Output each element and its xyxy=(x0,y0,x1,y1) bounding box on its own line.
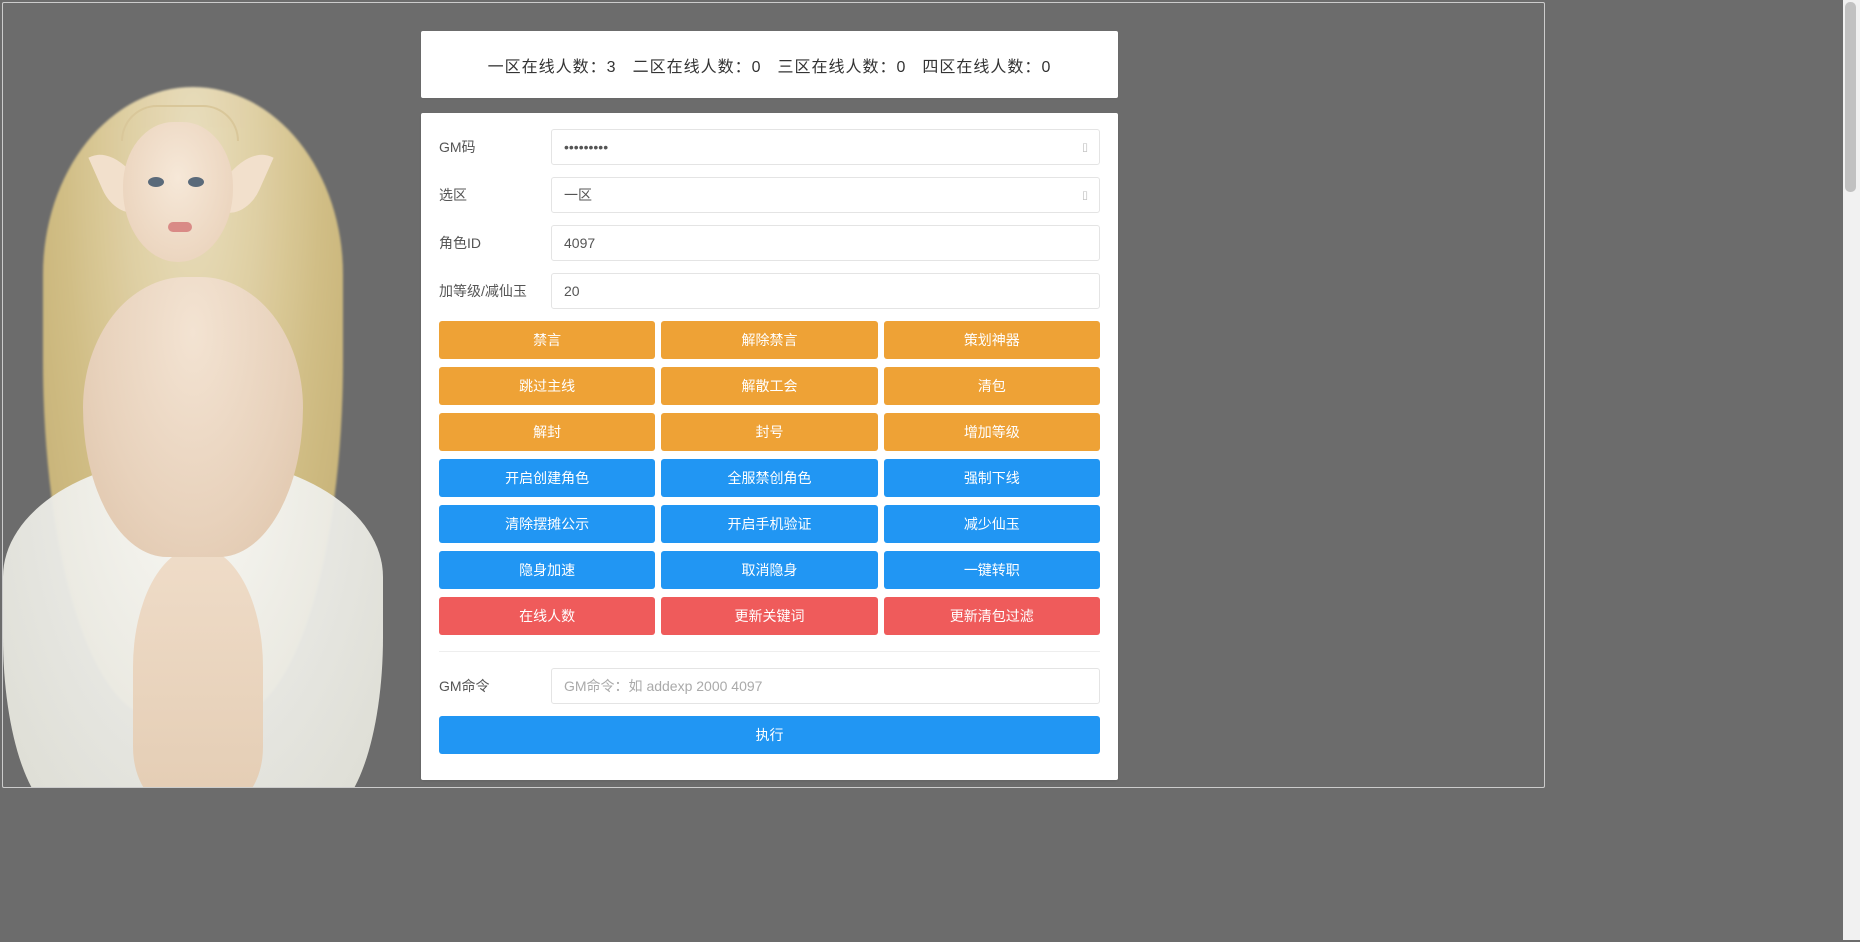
role-id-row: 角色ID xyxy=(439,225,1100,261)
action-button-grid: 禁言解除禁言策划神器跳过主线解散工会清包解封封号增加等级开启创建角色全服禁创角色… xyxy=(439,321,1100,635)
gm-cmd-input[interactable] xyxy=(551,668,1100,704)
action-button-1-0[interactable]: 跳过主线 xyxy=(439,367,655,405)
action-row-1: 跳过主线解散工会清包 xyxy=(439,367,1100,405)
zone1-label: 一区在线人数： xyxy=(488,53,607,77)
zone2-value: 0 xyxy=(752,59,762,77)
background-figure xyxy=(3,27,393,787)
action-button-3-2[interactable]: 强制下线 xyxy=(884,459,1100,497)
submit-row: 执行 xyxy=(439,716,1100,754)
action-row-5: 隐身加速取消隐身一键转职 xyxy=(439,551,1100,589)
figure-body xyxy=(3,27,393,787)
role-id-input[interactable] xyxy=(551,225,1100,261)
gm-code-wrap: ▯ xyxy=(551,129,1100,165)
action-button-0-2[interactable]: 策划神器 xyxy=(884,321,1100,359)
action-button-6-0[interactable]: 在线人数 xyxy=(439,597,655,635)
action-row-6: 在线人数更新关键词更新清包过滤 xyxy=(439,597,1100,635)
action-button-1-2[interactable]: 清包 xyxy=(884,367,1100,405)
action-button-5-2[interactable]: 一键转职 xyxy=(884,551,1100,589)
action-button-4-2[interactable]: 减少仙玉 xyxy=(884,505,1100,543)
zone3-value: 0 xyxy=(897,59,907,77)
zone1-stat: 一区在线人数：3 xyxy=(488,53,617,77)
zone4-label: 四区在线人数： xyxy=(922,53,1041,77)
scrollbar-thumb[interactable] xyxy=(1845,2,1856,192)
zone2-stat: 二区在线人数：0 xyxy=(633,53,762,77)
action-button-2-0[interactable]: 解封 xyxy=(439,413,655,451)
main-panel: GM码 ▯ 选区 ▯ 角色ID 加等级/减仙玉 禁言解除禁言策划神器跳过主线解散… xyxy=(421,113,1118,780)
zone3-stat: 三区在线人数：0 xyxy=(778,53,907,77)
level-input[interactable] xyxy=(551,273,1100,309)
action-button-2-1[interactable]: 封号 xyxy=(661,413,877,451)
zone-select-wrap: ▯ xyxy=(551,177,1100,213)
gm-cmd-row: GM命令 xyxy=(439,668,1100,704)
action-button-5-1[interactable]: 取消隐身 xyxy=(661,551,877,589)
action-row-3: 开启创建角色全服禁创角色强制下线 xyxy=(439,459,1100,497)
action-button-1-1[interactable]: 解散工会 xyxy=(661,367,877,405)
gm-code-input[interactable] xyxy=(551,129,1100,165)
zone1-value: 3 xyxy=(607,59,617,77)
action-button-0-1[interactable]: 解除禁言 xyxy=(661,321,877,359)
level-label: 加等级/减仙玉 xyxy=(439,281,551,301)
action-row-0: 禁言解除禁言策划神器 xyxy=(439,321,1100,359)
app-viewport: 一区在线人数：3 二区在线人数：0 三区在线人数：0 四区在线人数：0 GM码 … xyxy=(2,2,1545,788)
zone-row: 选区 ▯ xyxy=(439,177,1100,213)
zone4-value: 0 xyxy=(1041,59,1051,77)
zone-select[interactable] xyxy=(551,177,1100,213)
gm-code-row: GM码 ▯ xyxy=(439,129,1100,165)
action-button-6-2[interactable]: 更新清包过滤 xyxy=(884,597,1100,635)
action-button-5-0[interactable]: 隐身加速 xyxy=(439,551,655,589)
gm-cmd-label: GM命令 xyxy=(439,676,551,696)
action-row-2: 解封封号增加等级 xyxy=(439,413,1100,451)
execute-button[interactable]: 执行 xyxy=(439,716,1100,754)
action-button-3-0[interactable]: 开启创建角色 xyxy=(439,459,655,497)
action-button-4-0[interactable]: 清除摆摊公示 xyxy=(439,505,655,543)
action-button-2-2[interactable]: 增加等级 xyxy=(884,413,1100,451)
action-button-4-1[interactable]: 开启手机验证 xyxy=(661,505,877,543)
gm-code-label: GM码 xyxy=(439,137,551,157)
action-button-0-0[interactable]: 禁言 xyxy=(439,321,655,359)
role-id-label: 角色ID xyxy=(439,233,551,253)
online-stats-card: 一区在线人数：3 二区在线人数：0 三区在线人数：0 四区在线人数：0 xyxy=(421,31,1118,98)
zone4-stat: 四区在线人数：0 xyxy=(922,53,1051,77)
action-row-4: 清除摆摊公示开启手机验证减少仙玉 xyxy=(439,505,1100,543)
action-button-3-1[interactable]: 全服禁创角色 xyxy=(661,459,877,497)
divider xyxy=(439,651,1100,652)
zone3-label: 三区在线人数： xyxy=(778,53,897,77)
zone-label: 选区 xyxy=(439,185,551,205)
action-button-6-1[interactable]: 更新关键词 xyxy=(661,597,877,635)
level-row: 加等级/减仙玉 xyxy=(439,273,1100,309)
zone2-label: 二区在线人数： xyxy=(633,53,752,77)
